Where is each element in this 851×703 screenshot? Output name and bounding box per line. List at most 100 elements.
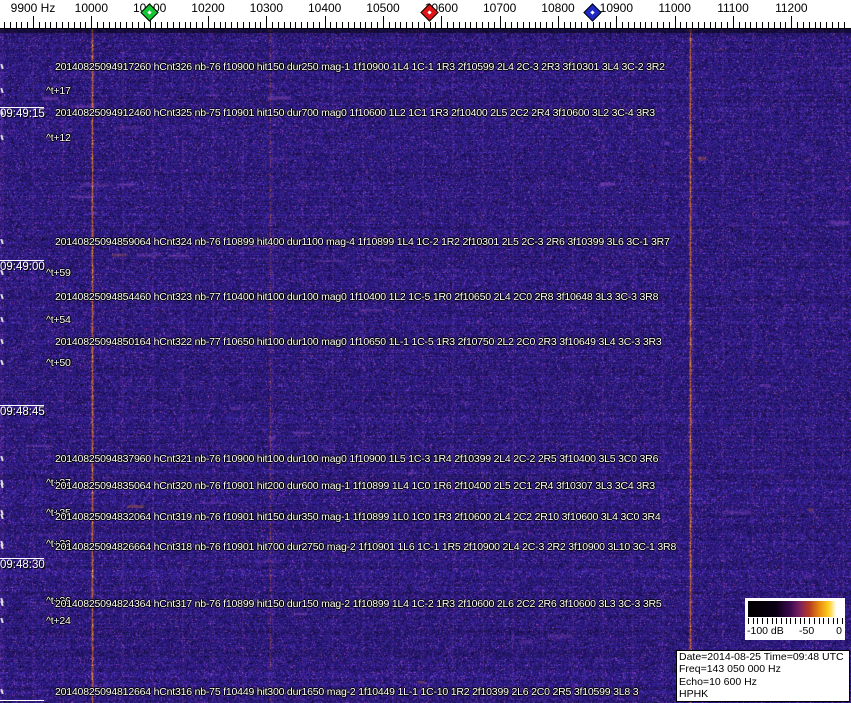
db-legend-ticks	[748, 618, 842, 625]
db-tick	[828, 618, 829, 624]
frequency-ruler[interactable]: 9900 Hz100001010010200103001040010500106…	[0, 0, 851, 29]
info-echo: Echo=10 600 Hz	[679, 676, 849, 688]
db-tick	[781, 618, 782, 624]
frequency-tick	[657, 22, 658, 28]
event-log-line: 20140825094826664 hCnt318 nb-76 f10901 h…	[55, 541, 676, 553]
frequency-tick	[488, 22, 489, 28]
status-info-box: Date=2014-08-25 Time=09:48 UTC Freq=143 …	[676, 650, 850, 702]
db-tick	[748, 618, 749, 624]
frequency-tick	[336, 22, 337, 28]
frequency-tick	[214, 22, 215, 28]
frequency-tick	[115, 22, 116, 28]
frequency-tick	[791, 16, 792, 28]
frequency-tick	[698, 22, 699, 28]
frequency-tick	[80, 22, 81, 28]
event-log-line: 20140825094850164 hCnt322 nb-77 f10650 h…	[55, 336, 662, 348]
db-tick	[776, 618, 777, 624]
frequency-tick	[616, 16, 617, 28]
time-label: 09:49:00	[0, 260, 44, 273]
frequency-tick	[599, 22, 600, 28]
frequency-tick	[39, 22, 40, 28]
frequency-tick	[785, 22, 786, 28]
frequency-tick	[348, 22, 349, 28]
db-tick	[767, 618, 768, 624]
frequency-tick	[686, 22, 687, 28]
frequency-tick	[809, 22, 810, 28]
frequency-tick	[284, 22, 285, 28]
frequency-tick	[675, 16, 676, 28]
db-tick	[814, 618, 815, 624]
info-date-time: Date=2014-08-25 Time=09:48 UTC	[679, 651, 849, 663]
frequency-tick	[138, 22, 139, 28]
event-log-line: 20140825094832064 hCnt319 nb-76 f10901 h…	[55, 511, 661, 523]
db-tick	[772, 618, 773, 624]
frequency-tick	[97, 22, 98, 28]
frequency-tick	[91, 16, 92, 28]
frequency-tick	[389, 22, 390, 28]
frequency-tick	[715, 22, 716, 28]
frequency-tick	[50, 22, 51, 28]
db-tick	[757, 618, 758, 624]
frequency-tick	[529, 22, 530, 28]
frequency-tick	[33, 16, 34, 28]
time-label: 09:49:15	[0, 107, 44, 120]
frequency-tick	[225, 22, 226, 28]
frequency-label: 11200	[775, 1, 807, 15]
frequency-tick	[4, 22, 5, 28]
frequency-tick	[307, 22, 308, 28]
frequency-tick	[103, 22, 104, 28]
time-label: 09:48:45	[0, 405, 44, 418]
frequency-tick	[581, 22, 582, 28]
db-label-mid: -50	[799, 625, 814, 637]
frequency-tick	[447, 22, 448, 28]
frequency-tick	[208, 16, 209, 28]
frequency-tick	[202, 22, 203, 28]
frequency-tick	[844, 22, 845, 28]
frequency-tick	[295, 22, 296, 28]
db-tick	[762, 618, 763, 624]
frequency-tick	[832, 22, 833, 28]
frequency-label: 10500	[366, 1, 399, 15]
db-tick	[753, 618, 754, 624]
frequency-tick	[301, 22, 302, 28]
frequency-label: 9900 Hz	[11, 1, 56, 15]
frequency-tick	[593, 22, 594, 28]
frequency-tick	[710, 22, 711, 28]
frequency-tick	[721, 22, 722, 28]
frequency-tick	[826, 22, 827, 28]
frequency-tick	[62, 22, 63, 28]
frequency-tick	[680, 22, 681, 28]
frequency-tick	[820, 22, 821, 28]
frequency-tick	[780, 22, 781, 28]
frequency-tick	[622, 22, 623, 28]
event-log-line: 20140825094854460 hCnt323 nb-77 f10400 h…	[55, 291, 658, 303]
frequency-tick	[120, 22, 121, 28]
frequency-tick	[739, 22, 740, 28]
event-log-line: ^t+24	[46, 615, 71, 627]
frequency-tick	[220, 22, 221, 28]
frequency-tick	[272, 22, 273, 28]
event-log-line: 20140825094917260 hCnt326 nb-76 f10900 h…	[55, 61, 665, 73]
event-log-line: ^t+17	[46, 85, 71, 97]
frequency-tick	[838, 22, 839, 28]
frequency-label: 10300	[250, 1, 283, 15]
spectrogram-app-window: 9900 Hz100001010010200103001040010500106…	[0, 0, 851, 703]
frequency-tick	[161, 22, 162, 28]
frequency-tick	[278, 22, 279, 28]
frequency-tick	[575, 22, 576, 28]
frequency-tick	[797, 22, 798, 28]
event-log-line: 20140825094912460 hCnt325 nb-75 f10901 h…	[55, 107, 655, 119]
frequency-tick	[290, 22, 291, 28]
frequency-label: 10700	[483, 1, 516, 15]
info-station-id: HPHK	[679, 688, 849, 700]
frequency-tick	[540, 22, 541, 28]
frequency-tick	[365, 22, 366, 28]
frequency-label: 11000	[658, 1, 690, 15]
db-tick	[819, 618, 820, 624]
frequency-tick	[185, 22, 186, 28]
frequency-tick	[482, 22, 483, 28]
frequency-tick	[412, 22, 413, 28]
db-label-min: -100 dB	[747, 625, 784, 637]
frequency-tick	[354, 22, 355, 28]
frequency-tick	[465, 22, 466, 28]
